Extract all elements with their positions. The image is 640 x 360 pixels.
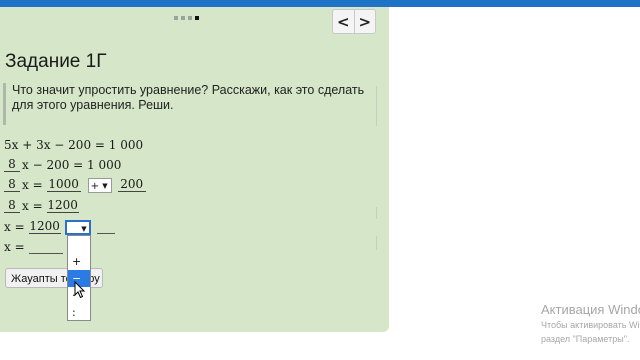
watermark-line: раздел "Параметры". (541, 334, 630, 344)
answer-field[interactable]: 8 (4, 158, 20, 172)
equation-text: x = (4, 240, 25, 254)
answer-field[interactable]: 1000 (46, 178, 81, 192)
prev-button[interactable]: < (333, 10, 354, 33)
answer-field[interactable]: 8 (4, 178, 20, 192)
pager-dot[interactable] (181, 16, 185, 20)
equation-text: x − 200 = 1 000 (22, 158, 122, 172)
dropdown-option[interactable]: : (68, 304, 90, 321)
equation-line-6: x = (4, 238, 63, 256)
watermark-line: Чтобы активировать Windows, (541, 320, 640, 330)
divider (376, 207, 377, 219)
answer-field[interactable]: 200 (117, 178, 146, 192)
pager-dot[interactable] (174, 16, 178, 20)
equation-line-2: 8 x − 200 = 1 000 (4, 156, 121, 174)
equation-text: 5x + 3x − 200 = 1 000 (4, 138, 144, 152)
equation-line-3: 8 x = 1000 + ▼ 200 (4, 176, 146, 194)
answer-field-empty[interactable] (28, 241, 63, 254)
nav-buttons: < > (332, 9, 376, 34)
dropdown-option[interactable]: + (68, 253, 90, 270)
windows-activation-watermark: Активация Windows Чтобы активировать Win… (541, 302, 640, 345)
chevron-down-icon: ▼ (102, 181, 108, 190)
dropdown-option[interactable] (68, 236, 90, 253)
task-instruction: Что значит упростить уравнение? Расскажи… (3, 83, 372, 125)
operator-value: + (90, 180, 100, 192)
task-title: Задание 1Г (5, 51, 107, 72)
equation-text: x = (4, 220, 25, 234)
pager-dot-active[interactable] (195, 16, 199, 20)
operator-select-open[interactable]: ▼ (64, 219, 91, 235)
operator-dropdown-list: + − · : (67, 235, 91, 321)
chevron-right-icon: > (358, 12, 372, 31)
pager-dot[interactable] (188, 16, 192, 20)
answer-field-empty[interactable] (96, 221, 115, 234)
equation-line-1: 5x + 3x − 200 = 1 000 (4, 136, 143, 154)
equation-text: x = (22, 178, 43, 192)
next-button[interactable]: > (353, 10, 376, 33)
chevron-left-icon: < (336, 12, 350, 31)
answer-field[interactable]: 1200 (28, 220, 61, 234)
top-bar (0, 0, 640, 7)
answer-field[interactable]: 8 (4, 199, 20, 213)
equation-line-5: x = 1200 ▼ (4, 218, 115, 236)
equation-line-4: 8 x = 1200 (4, 197, 79, 215)
answer-field[interactable]: 1200 (46, 199, 79, 213)
mouse-cursor-icon (74, 281, 86, 299)
operator-select[interactable]: + ▼ (87, 177, 112, 193)
equation-text: x = (22, 199, 43, 213)
divider (376, 236, 377, 250)
watermark-title: Активация Windows (541, 302, 640, 317)
divider (376, 86, 377, 126)
pager-dots (174, 16, 199, 20)
chevron-down-icon: ▼ (81, 224, 87, 233)
